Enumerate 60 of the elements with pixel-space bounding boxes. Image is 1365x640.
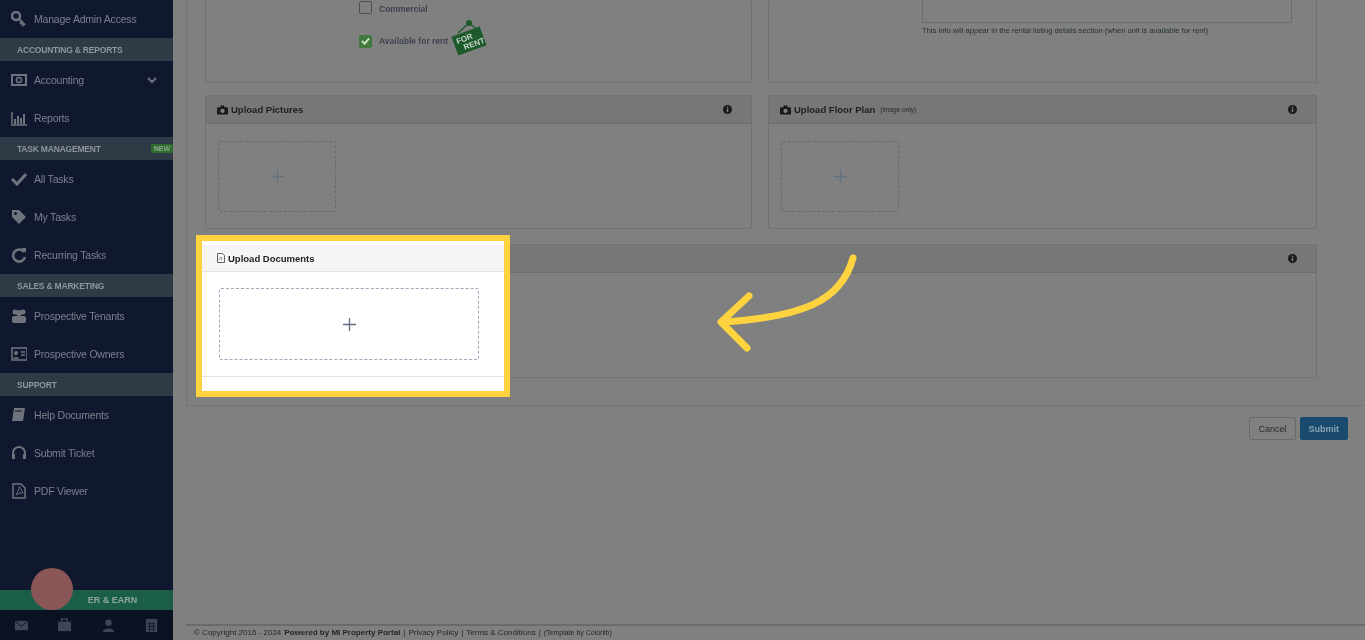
separator: | bbox=[403, 628, 406, 637]
card-title: Upload Floor Plan bbox=[794, 104, 876, 115]
mail-icon bbox=[14, 617, 30, 633]
pdf-file-icon bbox=[11, 483, 27, 499]
powered-by-text: Powered by MI Property Portal bbox=[284, 628, 401, 637]
file-icon bbox=[217, 253, 225, 263]
footer-link[interactable]: Terms & Conditions bbox=[466, 628, 536, 637]
camera-icon bbox=[780, 104, 791, 115]
id-card-icon bbox=[11, 346, 27, 362]
avatar-circle bbox=[31, 568, 73, 610]
book-icon bbox=[11, 407, 27, 423]
upload-dropzone[interactable] bbox=[218, 141, 336, 212]
section-label: SALES & MARKETING bbox=[17, 280, 105, 291]
plus-icon bbox=[833, 170, 847, 183]
nav-link[interactable]: Accounting bbox=[34, 74, 84, 86]
checkbox[interactable] bbox=[359, 1, 372, 14]
tag-icon bbox=[11, 209, 27, 225]
nav-link[interactable]: My Tasks bbox=[34, 211, 76, 223]
for-rent-sign: FOR RENT bbox=[450, 19, 489, 57]
nav-link[interactable]: Prospective Owners bbox=[34, 348, 125, 360]
card-title: Upload Documents bbox=[228, 252, 315, 264]
user-icon bbox=[100, 617, 116, 633]
plus-icon bbox=[270, 170, 284, 183]
nav-link[interactable]: All Tasks bbox=[34, 173, 74, 185]
submit-button[interactable]: Submit bbox=[1299, 417, 1348, 440]
nav-link[interactable]: PDF Viewer bbox=[34, 485, 88, 497]
camera-icon bbox=[217, 104, 228, 115]
cancel-button[interactable]: Cancel bbox=[1249, 417, 1296, 440]
separator: | bbox=[461, 628, 464, 637]
info-icon bbox=[723, 105, 732, 114]
bar-chart-icon bbox=[11, 110, 27, 126]
checkbox[interactable] bbox=[359, 34, 372, 48]
info-icon bbox=[1288, 254, 1297, 263]
copyright-text: © Copyright 2016 - 2024 bbox=[194, 628, 282, 637]
nav-link[interactable]: Prospective Tenants bbox=[34, 310, 125, 322]
section-label: SUPPORT bbox=[17, 379, 57, 390]
checkbox-label: Available for rent bbox=[379, 36, 449, 46]
calculator-icon bbox=[143, 617, 159, 633]
section-label: TASK MANAGEMENT bbox=[17, 143, 101, 154]
separator: | bbox=[538, 628, 541, 637]
nav-link[interactable]: Manage Admin Access bbox=[34, 13, 137, 25]
headset-icon bbox=[11, 445, 27, 461]
footer-link[interactable]: Privacy Policy bbox=[408, 628, 459, 637]
checkbox-label: Commercial bbox=[379, 4, 428, 14]
section-label: ACCOUNTING & REPORTS bbox=[17, 44, 123, 55]
upload-dropzone[interactable] bbox=[781, 141, 899, 212]
nav-link[interactable]: Submit Ticket bbox=[34, 447, 95, 459]
money-icon bbox=[11, 72, 27, 88]
nav-link[interactable]: Help Documents bbox=[34, 409, 109, 421]
nav-link[interactable]: Recurring Tasks bbox=[34, 249, 107, 261]
info-icon bbox=[1288, 105, 1297, 114]
checkmark-icon bbox=[11, 171, 27, 187]
briefcase-icon bbox=[57, 617, 73, 633]
nav-link[interactable]: Reports bbox=[34, 112, 70, 124]
upload-dropzone[interactable] bbox=[219, 288, 479, 360]
key-icon bbox=[11, 11, 27, 27]
card-title: Upload Pictures bbox=[231, 104, 304, 115]
refresh-icon bbox=[11, 247, 27, 263]
plus-icon bbox=[342, 317, 356, 331]
checkmark-icon bbox=[361, 37, 370, 45]
